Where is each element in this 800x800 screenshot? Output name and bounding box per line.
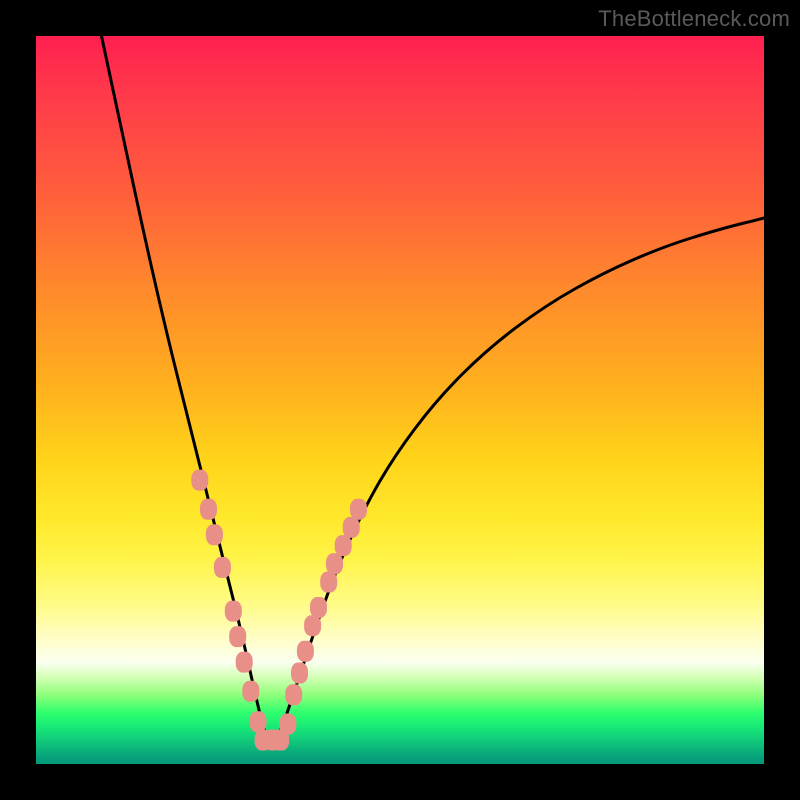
bead-marker — [200, 499, 217, 520]
bottleneck-curve — [102, 36, 765, 741]
bead-marker — [214, 557, 231, 578]
bead-marker — [326, 553, 343, 574]
bead-marker — [297, 641, 314, 662]
bead-marker — [250, 711, 267, 732]
bead-marker — [191, 470, 208, 491]
bead-marker — [285, 684, 302, 705]
bead-marker — [242, 681, 259, 702]
bead-marker — [350, 499, 367, 520]
bottleneck-curve-path — [102, 36, 765, 741]
bead-marker — [225, 601, 242, 622]
watermark: TheBottleneck.com — [598, 6, 790, 32]
curve-overlay — [0, 0, 800, 800]
beads-group — [191, 470, 367, 751]
bead-marker — [236, 652, 253, 673]
bead-marker — [229, 626, 246, 647]
bead-marker — [304, 615, 321, 636]
bead-marker — [343, 517, 360, 538]
bead-marker — [335, 535, 352, 556]
bead-marker — [206, 524, 223, 545]
bead-marker — [310, 597, 327, 618]
bead-marker — [279, 714, 296, 735]
bead-marker — [320, 572, 337, 593]
bead-marker — [291, 663, 308, 684]
chart-frame: TheBottleneck.com — [0, 0, 800, 800]
